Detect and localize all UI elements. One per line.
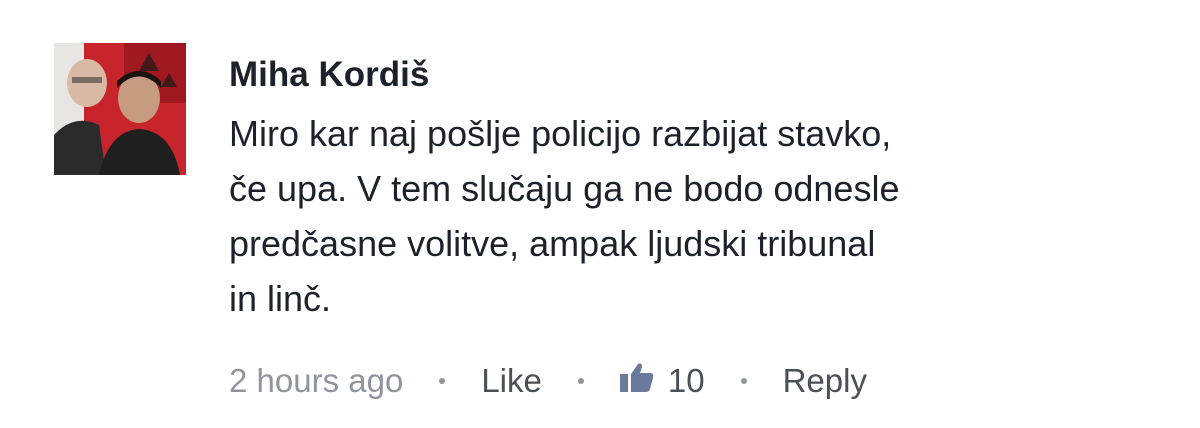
comment-text-line: predčasne volitve, ampak ljudski tribuna… (229, 223, 876, 264)
comment-text-line: če upa. V tem slučaju ga ne bodo odnesle (229, 168, 900, 209)
like-count-value: 10 (667, 362, 705, 399)
avatar[interactable] (54, 43, 186, 175)
separator-dot (577, 378, 584, 384)
comment: Miha Kordiš Miro kar naj pošlje policijo… (0, 0, 1200, 428)
like-button[interactable]: Like (481, 362, 542, 400)
comment-actions: 2 hours ago Like 10 Reply (229, 358, 867, 404)
like-count[interactable]: 10 (619, 362, 705, 400)
comment-text: Miro kar naj pošlje policijo razbijat st… (229, 106, 1169, 326)
comment-text-line: Miro kar naj pošlje policijo razbijat st… (229, 113, 892, 154)
comment-content: Miha Kordiš Miro kar naj pošlje policijo… (229, 52, 1169, 326)
comment-text-line: in linč. (229, 278, 332, 319)
separator-dot (439, 378, 446, 384)
thumbs-up-icon (619, 362, 654, 400)
avatar-photo (54, 43, 186, 175)
author-name[interactable]: Miha Kordiš (229, 52, 1169, 98)
timestamp[interactable]: 2 hours ago (229, 362, 403, 400)
reply-button[interactable]: Reply (783, 362, 867, 400)
separator-dot (740, 378, 747, 384)
